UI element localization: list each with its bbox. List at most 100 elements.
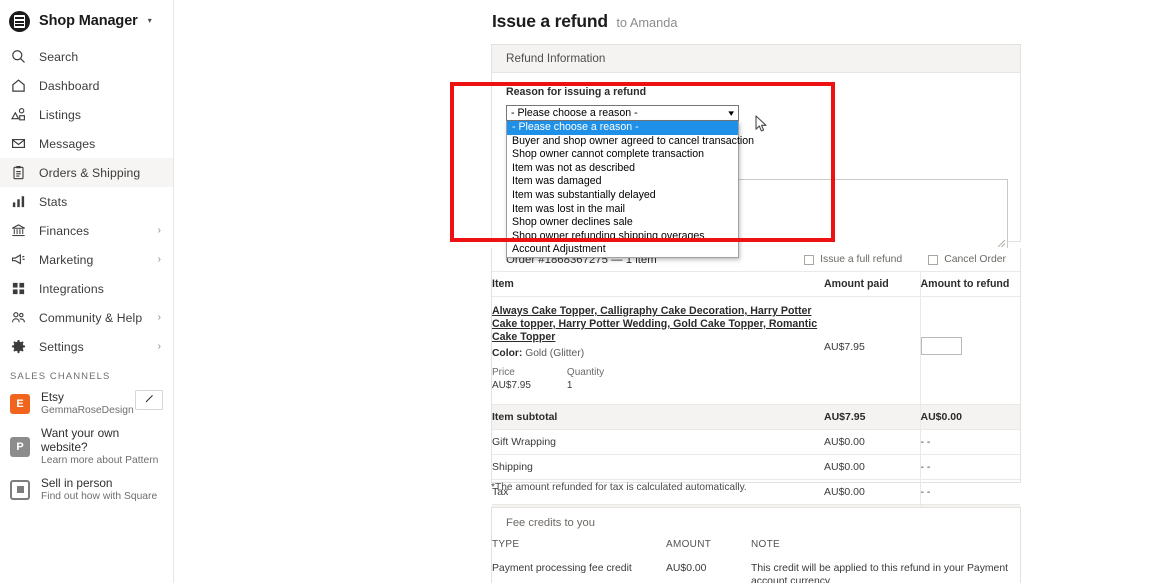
issue-full-refund-checkbox[interactable] bbox=[804, 254, 815, 265]
sidebar-item-community-help[interactable]: Community & Help › bbox=[0, 303, 173, 332]
issue-full-refund-label: Issue a full refund bbox=[820, 254, 903, 265]
sales-channel-pattern[interactable]: P Want your own website? Learn more abou… bbox=[0, 422, 173, 472]
refund-reason-option[interactable]: Item was not as described bbox=[507, 162, 738, 176]
table-header-row: Item Amount paid Amount to refund bbox=[492, 272, 1020, 297]
sidebar-item-marketing[interactable]: Marketing › bbox=[0, 245, 173, 274]
sidebar-item-listings[interactable]: Listings bbox=[0, 100, 173, 129]
item-price-quantity: Price AU$7.95 Quantity 1 bbox=[492, 366, 824, 392]
item-price-label: Price bbox=[492, 367, 515, 378]
sidebar-item-label: Community & Help bbox=[39, 310, 143, 325]
sidebar-item-messages[interactable]: Messages bbox=[0, 129, 173, 158]
summary-label: Shipping bbox=[492, 454, 824, 480]
chevron-right-icon[interactable]: › bbox=[158, 312, 161, 323]
chevron-right-icon[interactable]: › bbox=[158, 225, 161, 236]
fee-column-header: TYPE bbox=[492, 539, 520, 550]
fee-column-header: NOTE bbox=[751, 539, 780, 550]
tax-footnote: *The amount refunded for tax is calculat… bbox=[491, 482, 747, 493]
search-icon bbox=[10, 48, 27, 65]
item-amount-paid: AU$7.95 bbox=[824, 341, 865, 353]
item-attribute-value: Gold (Glitter) bbox=[525, 348, 585, 359]
bank-icon bbox=[10, 222, 27, 239]
item-quantity-value: 1 bbox=[566, 380, 573, 391]
chevron-right-icon[interactable]: › bbox=[158, 254, 161, 265]
refund-reason-option[interactable]: Item was substantially delayed bbox=[507, 189, 738, 203]
item-price-value: AU$7.95 bbox=[492, 380, 531, 391]
refund-reason-option[interactable]: Account Adjustment bbox=[507, 243, 738, 257]
sales-channels-heading: SALES CHANNELS bbox=[10, 371, 111, 382]
column-header-item: Item bbox=[492, 272, 824, 297]
sidebar-item-label: Stats bbox=[39, 194, 68, 209]
refund-card-header: Refund Information bbox=[492, 45, 1020, 73]
sidebar-item-finances[interactable]: Finances › bbox=[0, 216, 173, 245]
reason-field-label: Reason for issuing a refund bbox=[506, 86, 647, 98]
refund-reason-option[interactable]: Buyer and shop owner agreed to cancel tr… bbox=[507, 135, 754, 149]
sidebar-item-search[interactable]: Search bbox=[0, 42, 173, 71]
channel-shop-name: GemmaRoseDesign bbox=[41, 404, 134, 416]
chevron-down-icon[interactable]: ▾ bbox=[729, 108, 735, 118]
bar-chart-icon bbox=[10, 193, 27, 210]
gear-icon bbox=[10, 338, 27, 355]
issue-full-refund-checkbox-wrap[interactable]: Issue a full refund bbox=[804, 254, 902, 265]
grid-icon bbox=[10, 280, 27, 297]
sidebar-item-settings[interactable]: Settings › bbox=[0, 332, 173, 361]
refund-reason-option[interactable]: Shop owner refunding shipping overages bbox=[507, 230, 738, 244]
cancel-order-label: Cancel Order bbox=[944, 254, 1006, 265]
cancel-order-checkbox[interactable] bbox=[928, 254, 939, 265]
fee-credits-title-main: Fee credits bbox=[506, 517, 562, 529]
brand-shop-manager[interactable]: Shop Manager ▾ bbox=[0, 0, 173, 42]
refund-reason-option[interactable]: Shop owner declines sale bbox=[507, 216, 738, 230]
sidebar-item-label: Search bbox=[39, 49, 79, 64]
envelope-icon bbox=[10, 135, 27, 152]
megaphone-icon bbox=[10, 251, 27, 268]
home-icon bbox=[10, 77, 27, 94]
sidebar-item-label: Messages bbox=[39, 136, 96, 151]
item-quantity: Quantity 1 bbox=[567, 366, 604, 392]
refund-reason-option[interactable]: - Please choose a reason - bbox=[507, 121, 738, 135]
sidebar-item-integrations[interactable]: Integrations bbox=[0, 274, 173, 303]
sidebar-item-orders-shipping[interactable]: Orders & Shipping bbox=[0, 158, 173, 187]
item-title-link[interactable]: Always Cake Topper, Calligraphy Cake Dec… bbox=[492, 305, 824, 344]
fee-table-row: Payment processing fee credit AU$0.00 This… bbox=[492, 559, 1020, 583]
square-icon bbox=[10, 479, 30, 500]
cancel-order-checkbox-wrap[interactable]: Cancel Order bbox=[928, 254, 1006, 265]
sidebar-item-label: Listings bbox=[39, 107, 82, 122]
refund-reason-option[interactable]: Item was damaged bbox=[507, 175, 738, 189]
summary-amount-refund: AU$0.00 bbox=[919, 404, 1020, 430]
page-title: Issue a refund bbox=[492, 11, 608, 31]
item-quantity-label: Quantity bbox=[566, 367, 605, 378]
channel-description: Find out how with Square bbox=[41, 490, 158, 502]
chevron-right-icon[interactable]: › bbox=[158, 341, 161, 352]
pencil-icon bbox=[144, 391, 155, 409]
fee-credits-title: Fee credits to you bbox=[492, 508, 1020, 529]
order-refund-card: Order #1868367275 — 1 item Issue a full … bbox=[491, 248, 1021, 529]
channel-name: Sell in person bbox=[41, 475, 113, 490]
clipboard-icon bbox=[10, 164, 27, 181]
summary-row: Shipping AU$0.00- - bbox=[492, 454, 1020, 480]
item-refund-amount-input[interactable] bbox=[920, 337, 962, 355]
sidebar-item-label: Integrations bbox=[39, 281, 104, 296]
refund-card-body: Reason for issuing a refund - Please cho… bbox=[492, 73, 1020, 258]
sidebar-item-label: Settings bbox=[39, 339, 84, 354]
refund-reason-selected-value: - Please choose a reason - bbox=[511, 107, 638, 119]
etsy-badge-icon: E bbox=[10, 393, 30, 414]
edit-shop-button[interactable] bbox=[135, 390, 163, 410]
sales-channel-sell-in-person[interactable]: Sell in person Find out how with Square bbox=[0, 472, 173, 508]
refund-reason-select[interactable]: - Please choose a reason - ▾ bbox=[506, 105, 739, 121]
sidebar-item-dashboard[interactable]: Dashboard bbox=[0, 71, 173, 100]
sidebar-item-stats[interactable]: Stats bbox=[0, 187, 173, 216]
page-title-recipient: to Amanda bbox=[616, 15, 678, 30]
etsy-shop-manager-refund-page: Shop Manager ▾ Search Dashboard Listings… bbox=[0, 0, 1167, 583]
sidebar-item-label: Orders & Shipping bbox=[39, 165, 141, 180]
fee-credits-title-sub: to you bbox=[561, 517, 595, 529]
chevron-down-icon[interactable]: ▾ bbox=[148, 17, 152, 25]
refund-card-header-label: Refund Information bbox=[506, 52, 606, 65]
fee-column-header: AMOUNT bbox=[666, 539, 712, 550]
refund-reason-option[interactable]: Shop owner cannot complete transaction bbox=[507, 148, 738, 162]
summary-amount-refund: - - bbox=[919, 429, 1020, 455]
brand-label: Shop Manager bbox=[39, 13, 138, 29]
table-row: Always Cake Topper, Calligraphy Cake Dec… bbox=[492, 296, 1020, 404]
summary-row: Item subtotal AU$7.95 AU$0.00 bbox=[492, 404, 1020, 430]
sales-channel-etsy[interactable]: E Etsy GemmaRoseDesign bbox=[0, 386, 173, 422]
refund-reason-option[interactable]: Item was lost in the mail bbox=[507, 203, 738, 217]
refund-reason-option-list[interactable]: - Please choose a reason - Buyer and shop… bbox=[506, 121, 754, 258]
